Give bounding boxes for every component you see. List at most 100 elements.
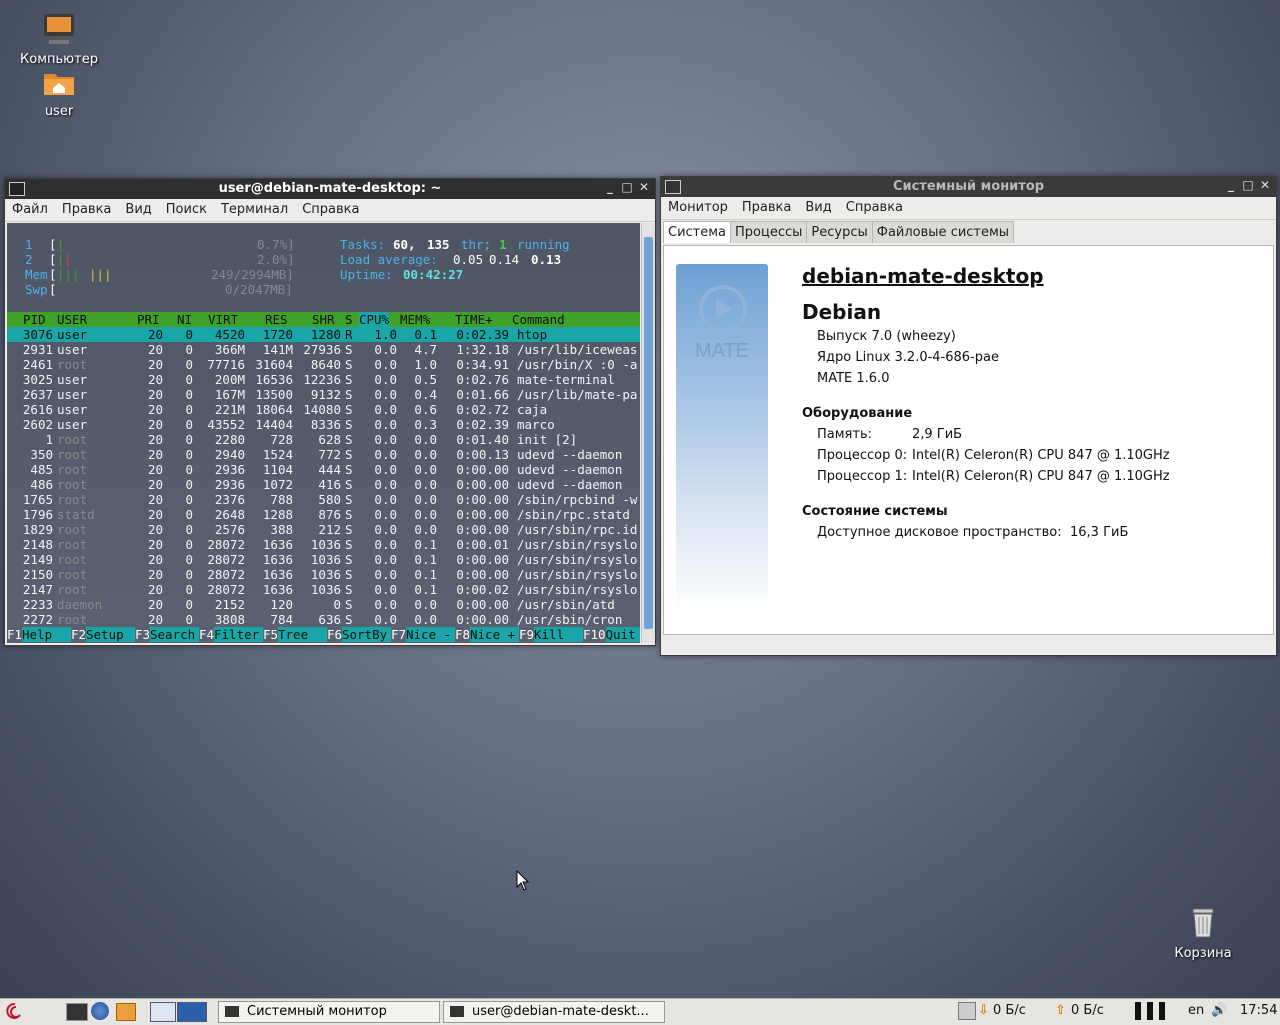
process-cell: 0:00.00 [456, 567, 509, 582]
process-cell: /usr/sbin/rsyslo [517, 582, 638, 597]
process-cell: 2936 [214, 477, 245, 492]
maximize-icon[interactable]: □ [1241, 178, 1255, 192]
menu-view[interactable]: Вид [798, 197, 838, 215]
menu-search[interactable]: Поиск [159, 199, 214, 217]
process-cell: 1 [45, 432, 53, 447]
process-cell: 784 [270, 612, 293, 627]
terminal-launcher-icon[interactable] [66, 1003, 88, 1021]
swap-meter: Swp [ 0/2047MB] [25, 282, 293, 297]
menu-view[interactable]: Вид [118, 199, 158, 217]
process-table-header[interactable]: PID USER PRI NI VIRT RES SHR S CPU% MEM%… [7, 312, 640, 327]
network-icon[interactable] [958, 1002, 976, 1020]
process-cell: S [345, 402, 353, 417]
process-cell: 0:01.40 [456, 432, 509, 447]
process-cell: S [345, 507, 353, 522]
tab-resources[interactable]: Ресурсы [806, 221, 873, 243]
menu-edit[interactable]: Правка [735, 197, 798, 215]
menu-monitor[interactable]: Монитор [661, 197, 735, 215]
cpu1-meter: 1 [| 0.7%] Tasks: 60, 135 thr; 1 running [25, 237, 570, 252]
function-key[interactable]: F8 [455, 627, 470, 642]
system-info-panel: MATE debian-mate-desktop Debian Выпуск 7… [663, 245, 1274, 635]
file-manager-launcher-icon[interactable] [116, 1003, 136, 1021]
close-icon[interactable]: ✕ [1258, 178, 1272, 192]
process-cell: udevd --daemon [517, 477, 623, 492]
menu-help[interactable]: Справка [295, 199, 366, 217]
terminal-window[interactable]: user@debian-mate-desktop: ~ _ □ ✕ Файл Прав… [4, 178, 656, 646]
desktop-icon-computer[interactable]: Компьютер [14, 12, 104, 67]
menu-file[interactable]: Файл [5, 199, 55, 217]
process-row[interactable]: 2637 user 20 0 167M 13500 9132 S 0.0 0.4 0:01.66/u… [7, 387, 640, 402]
process-cell: 1036 [310, 552, 341, 567]
process-row[interactable]: 350 root 20 0 2940 1524 772 S 0.0 0.0 0:00.13 udevd… [7, 447, 640, 462]
process-row[interactable]: 2616 user 20 0 221M 18064 14080 S 0.0 0.6 0:02.72 c… [7, 402, 640, 417]
process-cell: 20 [147, 342, 163, 357]
kernel-info: Ядро Linux 3.2.0-4-686-pae [817, 350, 999, 365]
process-cell: R [345, 327, 353, 342]
process-row[interactable]: 2148 root 20 0 28072 1636 1036 S 0.0 0.1 0:00.01/u… [7, 537, 640, 552]
menu-terminal[interactable]: Терминал [214, 199, 295, 217]
process-cell: 20 [147, 582, 163, 597]
workspace-1-icon[interactable] [150, 1002, 176, 1022]
system-monitor-window[interactable]: Системный монитор _ □ ✕ Монитор Правка Вид Сп… [660, 176, 1277, 656]
process-row[interactable]: 2272 root 20 0 3808 784 636 S 0.0 0.0 0:00.00/usr/… [7, 612, 640, 627]
workspace-2-icon[interactable] [177, 1002, 207, 1022]
keyboard-layout-indicator[interactable]: en [1188, 1003, 1204, 1018]
desktop-icon-home[interactable]: user [14, 68, 104, 119]
function-key-bar[interactable]: F1 Help F2 Setup F3 Search F4 Filter F5 Tree F6 Sor… [7, 627, 640, 642]
process-cell: 31604 [255, 357, 293, 372]
volume-icon[interactable]: 🔊 [1211, 1003, 1227, 1018]
htop-screen[interactable]: 1 [| 0.7%] Tasks: 60, 135 thr; 1 running… [7, 223, 640, 643]
function-key[interactable]: F4 [199, 627, 214, 642]
minimize-icon[interactable]: _ [603, 180, 617, 194]
process-cell: /usr/sbin/atd [517, 597, 615, 612]
process-row[interactable]: 486 root 20 0 2936 1072 416 S 0.0 0.0 0:00.00 udevd… [7, 477, 640, 492]
close-icon[interactable]: ✕ [637, 180, 651, 194]
process-cell: 3808 [214, 612, 245, 627]
minimize-icon[interactable]: _ [1224, 178, 1238, 192]
debian-menu-icon[interactable] [4, 1001, 24, 1021]
function-key[interactable]: F7 [391, 627, 406, 642]
process-row[interactable]: 2147 root 20 0 28072 1636 1036 S 0.0 0.1 0:00.02/u… [7, 582, 640, 597]
maximize-icon[interactable]: □ [620, 180, 634, 194]
taskbar-item-system-monitor[interactable]: Системный монитор [218, 1001, 440, 1023]
taskbar-item-terminal[interactable]: user@debian-mate-deskt... [443, 1001, 665, 1023]
function-key[interactable]: F10 [583, 627, 606, 642]
process-row[interactable]: 2461 root 20 0 77716 31604 8640 S 0.0 1.0 0:34.91 /… [7, 357, 640, 372]
tab-processes[interactable]: Процессы [730, 221, 808, 243]
tab-system[interactable]: Система [663, 221, 732, 243]
process-row[interactable]: 485 root 20 0 2936 1104 444 S 0.0 0.0 0:00.00 udevd… [7, 462, 640, 477]
function-key[interactable]: F3 [135, 627, 150, 642]
process-row[interactable]: 1796 statd 20 0 2648 1288 876 S 0.0 0.0 0:00.00/sb… [7, 507, 640, 522]
menu-edit[interactable]: Правка [55, 199, 118, 217]
function-key[interactable]: F9 [519, 627, 534, 642]
process-row[interactable]: 2602 user 20 0 43552 14404 8336 S 0.0 0.3 0:02.39 m… [7, 417, 640, 432]
tab-filesystems[interactable]: Файловые системы [871, 221, 1015, 243]
process-row[interactable]: 3076 user 20 0 4520 1720 1280 R 1.0 0.1 0:02.39 hto… [7, 327, 640, 342]
process-row[interactable]: 1765 root 20 0 2376 788 580 S 0.0 0.0 0:00.00/sbin… [7, 492, 640, 507]
process-cell: 20 [147, 372, 163, 387]
process-cell: 388 [270, 522, 293, 537]
cpu-monitor-applet[interactable] [1135, 1002, 1167, 1020]
function-key[interactable]: F1 [7, 627, 22, 642]
function-key[interactable]: F6 [327, 627, 342, 642]
download-arrow-icon: ⇩ [978, 1003, 989, 1018]
process-row[interactable]: 1829 root 20 0 2576 388 212 S 0.0 0.0 0:00.00/usr/… [7, 522, 640, 537]
desktop-icon-trash[interactable]: Корзина [1158, 906, 1248, 961]
process-cell: 486 [30, 477, 53, 492]
process-row[interactable]: 3025 user 20 0 200M 16536 12236 S 0.0 0.5 0:02.76 m… [7, 372, 640, 387]
process-row[interactable]: 1 root 20 0 2280 728 628 S 0.0 0.0 0:01.40 init [2] [7, 432, 640, 447]
terminal-scrollbar[interactable] [641, 223, 655, 643]
function-key[interactable]: F2 [71, 627, 86, 642]
function-key[interactable]: F5 [263, 627, 278, 642]
terminal-titlebar[interactable]: user@debian-mate-desktop: ~ _ □ ✕ [5, 179, 655, 199]
process-row[interactable]: 2150 root 20 0 28072 1636 1036 S 0.0 0.1 0:00.00/u… [7, 567, 640, 582]
process-cell: 13500 [255, 387, 293, 402]
browser-launcher-icon[interactable] [91, 1002, 109, 1020]
process-row[interactable]: 2233 daemon 20 0 2152 120 0 S 0.0 0.0 0:00.00/usr/… [7, 597, 640, 612]
menu-help[interactable]: Справка [839, 197, 910, 215]
clock[interactable]: 17:54 [1240, 1003, 1277, 1018]
process-row[interactable]: 2931 user 20 0 366M 141M 27936 S 0.0 4.7 1:32.18/u… [7, 342, 640, 357]
process-cell: 416 [318, 477, 341, 492]
sysmon-titlebar[interactable]: Системный монитор _ □ ✕ [661, 177, 1276, 197]
process-row[interactable]: 2149 root 20 0 28072 1636 1036 S 0.0 0.1 0:00.00/u… [7, 552, 640, 567]
